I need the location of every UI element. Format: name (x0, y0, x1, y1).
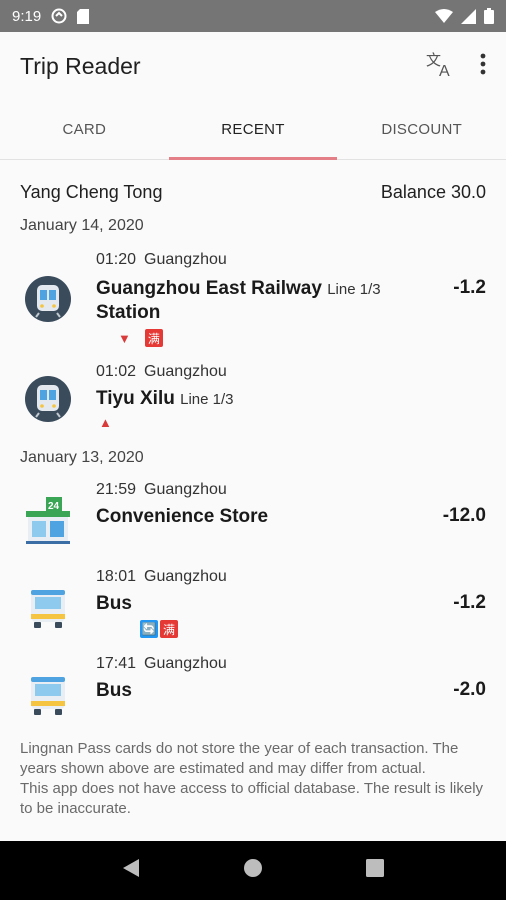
more-options-icon[interactable] (480, 53, 486, 80)
trip-time: 21:59 Guangzhou (96, 481, 227, 498)
trip-tags: ▼ 满 (118, 329, 163, 347)
list-item[interactable]: 01:02 Guangzhou Tiyu Xilu Line 1/3 ▲ (0, 361, 506, 447)
trip-tags: ▲ (99, 415, 112, 430)
metro-icon (24, 275, 72, 323)
convenience-store-icon: 24 (24, 497, 72, 545)
route-name: Bus (96, 593, 132, 614)
list-item[interactable]: 24 21:59 Guangzhou Convenience Store -12.… (0, 479, 506, 565)
bus-icon (24, 671, 72, 719)
app-title: Trip Reader (20, 52, 141, 79)
sync-icon (51, 8, 67, 24)
disclaimer-year: Lingnan Pass cards do not store the year… (20, 740, 459, 777)
back-icon[interactable] (122, 858, 140, 883)
station-name-cont: Station (96, 302, 161, 323)
status-time: 9:19 (12, 7, 42, 25)
sd-card-icon (77, 8, 90, 24)
tab-card[interactable]: CARD (0, 100, 169, 159)
merchant-name: Convenience Store (96, 506, 269, 527)
trip-time: 01:20 Guangzhou (96, 251, 227, 268)
station-name: Guangzhou East Railway Line 1/3 (96, 278, 381, 299)
translate-icon[interactable]: 文 A (426, 51, 454, 82)
entry-arrow-icon: ▲ (99, 415, 112, 430)
trip-amount: -2.0 (453, 679, 486, 700)
trip-amount: -1.2 (453, 592, 486, 613)
transfer-badge: 🔄 (140, 620, 158, 638)
metro-icon (24, 375, 72, 423)
bus-icon (24, 584, 72, 632)
navigation-bar (0, 841, 506, 900)
store-24-label: 24 (48, 501, 60, 512)
line-label: Line 1/3 (327, 281, 381, 298)
list-item[interactable]: 17:41 Guangzhou Bus -2.0 (0, 653, 506, 735)
tab-recent[interactable]: RECENT (168, 100, 338, 160)
trip-time: 18:01 Guangzhou (96, 568, 227, 585)
trip-amount: -12.0 (442, 505, 486, 526)
recents-icon[interactable] (366, 859, 385, 882)
trip-time: 01:02 Guangzhou (96, 363, 227, 380)
station-name: Tiyu Xilu Line 1/3 (96, 388, 234, 409)
route-name: Bus (96, 680, 132, 701)
date-header: January 13, 2020 (20, 449, 144, 466)
home-icon[interactable] (243, 858, 263, 883)
exit-arrow-icon: ▼ (118, 330, 131, 346)
disclaimer-database: This app does not have access to officia… (20, 780, 484, 817)
wifi-icon (435, 9, 453, 23)
tab-bar: CARD RECENT DISCOUNT (0, 100, 506, 160)
recent-trips-list[interactable]: Yang Cheng Tong Balance 30.0 January 14,… (0, 161, 506, 841)
trip-time: 17:41 Guangzhou (96, 655, 227, 672)
card-header: Yang Cheng Tong Balance 30.0 (0, 161, 506, 223)
disclaimer-text: Lingnan Pass cards do not store the year… (20, 739, 490, 819)
list-item[interactable]: 18:01 Guangzhou Bus -1.2 🔄 满 (0, 566, 506, 652)
svg-text:A: A (439, 63, 450, 77)
tab-discount[interactable]: DISCOUNT (337, 100, 506, 159)
line-label: Line 1/3 (180, 391, 234, 408)
card-name: Yang Cheng Tong (20, 181, 163, 202)
trip-amount: -1.2 (453, 277, 486, 298)
list-item[interactable]: 01:20 Guangzhou Guangzhou East Railway Li… (0, 249, 506, 361)
discount-badge: 满 (144, 329, 163, 347)
app-bar: Trip Reader 文 A (0, 32, 506, 100)
trip-tags: 🔄 满 (140, 620, 178, 638)
battery-icon (484, 8, 494, 24)
card-balance: Balance 30.0 (380, 181, 486, 202)
signal-icon (461, 8, 476, 24)
status-bar: 9:19 (0, 0, 506, 32)
date-header: January 14, 2020 (20, 217, 144, 234)
discount-badge: 满 (160, 620, 178, 638)
